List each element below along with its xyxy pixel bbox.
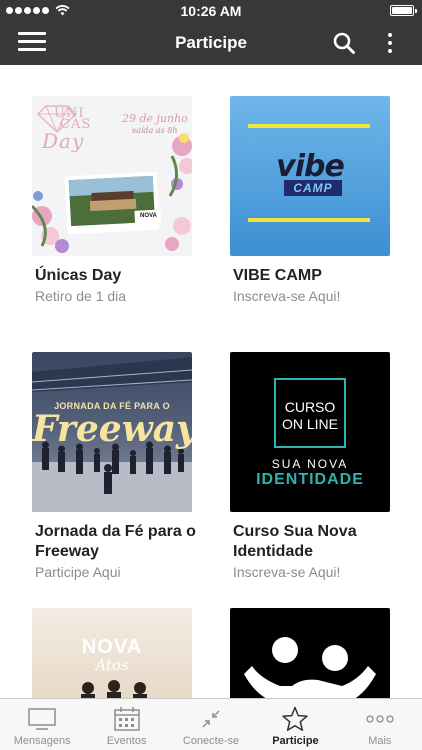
card-thumbnail: CURSO ON LINE SUA NOVA IDENTIDADE <box>230 352 390 512</box>
nova-atos-silhouettes <box>81 680 147 698</box>
unicas-date: 29 de junho <box>122 112 188 125</box>
card-title: VIBE CAMP <box>233 267 322 284</box>
card-subtitle: Participe Aqui <box>35 564 121 580</box>
card-kids[interactable] <box>230 608 408 698</box>
card-jornada-da-fe[interactable]: JORNADA DA FÉ PARA O Freeway Jornada da … <box>32 352 210 581</box>
card-title: Curso Sua Nova Identidade <box>233 523 357 560</box>
content-grid: ÚNI CAS Day 29 de junho saída as 8h NOVA… <box>0 65 422 698</box>
connect-icon <box>202 710 220 728</box>
tab-label: Participe <box>272 735 319 747</box>
status-time: 10:26 AM <box>180 3 242 19</box>
card-thumbnail <box>230 608 390 698</box>
tab-conecte-se[interactable]: Conecte-se <box>169 699 253 750</box>
search-icon[interactable] <box>332 31 356 55</box>
tab-mensagens[interactable]: Mensagens <box>0 699 84 750</box>
vibe-logo: vibe <box>276 149 345 184</box>
tv-icon <box>28 708 56 730</box>
star-icon <box>282 706 309 732</box>
tab-mais[interactable]: Mais <box>338 699 422 750</box>
yellow-stripe <box>248 124 370 128</box>
camp-label: CAMP <box>284 180 342 196</box>
card-thumbnail: JORNADA DA FÉ PARA O Freeway <box>32 352 192 512</box>
curso-subheading: SUA NOVA <box>271 457 349 471</box>
card-subtitle: Retiro de 1 dia <box>35 288 127 304</box>
page-title: Participe <box>175 33 247 52</box>
tab-label: Mensagens <box>13 735 71 747</box>
freeway-script: Freeway <box>32 408 192 450</box>
card-curso-identidade[interactable]: CURSO ON LINE SUA NOVA IDENTIDADE Curso … <box>230 352 408 581</box>
nova-logo: NOVA <box>140 213 157 219</box>
people-celebrating-icon <box>244 637 376 698</box>
navigation-bar: Participe <box>0 22 422 65</box>
unicas-time: saída as 8h <box>132 126 178 135</box>
card-title: Únicas Day <box>35 267 122 284</box>
more-options-button[interactable] <box>380 30 400 58</box>
card-subtitle: Inscreva-se Aqui! <box>233 564 341 580</box>
tab-eventos[interactable]: Eventos <box>84 699 168 750</box>
yellow-stripe <box>248 218 370 222</box>
curso-box-text: CURSO ON LINE <box>281 399 338 432</box>
card-thumbnail: NOVA Atos <box>32 608 192 698</box>
card-unicas-day[interactable]: ÚNI CAS Day 29 de junho saída as 8h NOVA… <box>32 96 210 305</box>
tab-label: Mais <box>368 735 392 747</box>
curso-heading: IDENTIDADE <box>256 471 364 488</box>
battery-icon <box>390 5 417 16</box>
card-thumbnail: vibe CAMP <box>230 96 390 256</box>
tab-participe[interactable]: Participe <box>253 699 337 750</box>
more-dots-icon <box>366 715 394 723</box>
unicas-logo: ÚNI CAS Day <box>42 106 92 153</box>
card-thumbnail: ÚNI CAS Day 29 de junho saída as 8h NOVA <box>32 96 192 256</box>
status-bar: 10:26 AM <box>0 0 422 22</box>
tab-bar: Mensagens Eventos Conecte-se Participe M… <box>0 698 422 750</box>
card-subtitle: Inscreva-se Aqui! <box>233 288 341 304</box>
card-title: Jornada da Fé para o Freeway <box>35 523 196 560</box>
card-vibe-camp[interactable]: vibe CAMP VIBE CAMP Inscreva-se Aqui! <box>230 96 408 305</box>
calendar-icon <box>113 707 140 731</box>
card-nova-atos[interactable]: NOVA Atos <box>32 608 210 698</box>
tab-label: Eventos <box>106 735 147 747</box>
tab-label: Conecte-se <box>182 735 240 747</box>
